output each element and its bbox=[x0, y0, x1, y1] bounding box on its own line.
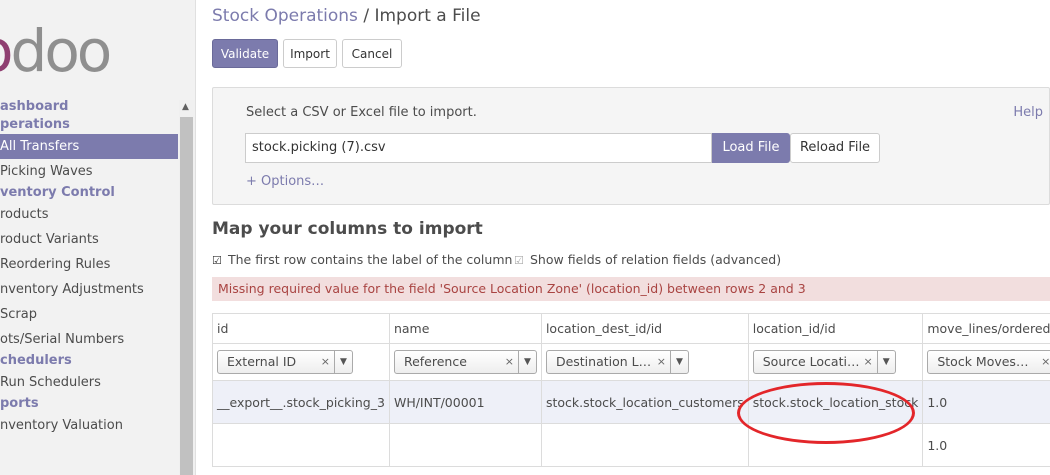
scroll-up-icon[interactable]: ▲ bbox=[182, 102, 189, 112]
table-cell bbox=[212, 423, 390, 467]
column-header: location_dest_id/id bbox=[540, 313, 749, 344]
header-row: id name location_dest_id/id location_id/… bbox=[212, 313, 1050, 344]
annotation-circle bbox=[737, 382, 915, 444]
sidebar-item[interactable]: ports bbox=[0, 395, 178, 413]
relation-fields-option[interactable]: ☑ Show fields of relation fields (advance… bbox=[514, 252, 781, 267]
clear-icon[interactable]: × bbox=[1041, 351, 1050, 373]
field-select-external-id[interactable]: External ID × ▼ bbox=[217, 350, 353, 374]
column-header: id bbox=[212, 313, 390, 344]
error-alert: Missing required value for the field 'So… bbox=[212, 277, 1050, 301]
select-value: Stock Moves… bbox=[937, 354, 1029, 369]
file-prompt: Select a CSV or Excel file to import. bbox=[246, 105, 477, 120]
first-row-label-option[interactable]: ☑ The first row contains the label of the… bbox=[212, 252, 512, 267]
import-button[interactable]: Import bbox=[283, 39, 337, 68]
select-value: External ID bbox=[227, 354, 297, 369]
sidebar-item[interactable]: roducts bbox=[0, 202, 178, 227]
reload-file-button[interactable]: Reload File bbox=[790, 133, 880, 163]
field-mapping-row: External ID × ▼ Reference × ▼ Destination L…… bbox=[212, 343, 1050, 381]
sidebar-item[interactable]: Picking Waves bbox=[0, 159, 178, 184]
field-select-stock-moves[interactable]: Stock Moves…×▼ bbox=[927, 350, 1050, 374]
chevron-down-icon[interactable]: ▼ bbox=[334, 351, 352, 373]
sidebar-item[interactable]: nventory Adjustments bbox=[0, 277, 178, 302]
column-header: name bbox=[388, 313, 542, 344]
chevron-down-icon[interactable]: ▼ bbox=[517, 351, 536, 373]
field-select-cell: External ID × ▼ bbox=[212, 343, 390, 381]
chevron-down-icon[interactable]: ▼ bbox=[669, 351, 688, 373]
import-preview-table: id name location_dest_id/id location_id/… bbox=[212, 313, 1050, 467]
odoo-logo[interactable]: odoo bbox=[0, 22, 112, 80]
sidebar-item[interactable]: Reordering Rules bbox=[0, 252, 178, 277]
breadcrumb-stock-operations[interactable]: Stock Operations bbox=[212, 6, 358, 26]
column-header: location_id/id bbox=[747, 313, 924, 344]
select-value: Source Locati… bbox=[762, 354, 860, 369]
sidebar: odoo ashboardperationsAll TransfersPicki… bbox=[0, 0, 196, 475]
table-row: 1.0 bbox=[212, 423, 1050, 467]
sidebar-menu: ashboard perations All Transfers Picking Wa… bbox=[0, 98, 178, 438]
table-cell: 1.0 bbox=[922, 380, 1050, 424]
table-cell: 1.0 bbox=[922, 423, 1050, 467]
sidebar-item[interactable]: roduct Variants bbox=[0, 227, 178, 252]
file-select-panel: Select a CSV or Excel file to import. He… bbox=[212, 87, 1050, 205]
field-select-cell: Destination L… × ▼ bbox=[540, 343, 749, 381]
help-link[interactable]: Help bbox=[1013, 105, 1043, 120]
table-cell: __export__.stock_picking_3 bbox=[212, 380, 390, 424]
sidebar-item[interactable]: All Transfers bbox=[0, 134, 178, 159]
table-cell bbox=[388, 423, 542, 467]
clear-icon[interactable]: × bbox=[864, 351, 873, 373]
sidebar-scroll-thumb[interactable] bbox=[180, 117, 193, 475]
field-select-cell: Source Locati… × ▼ bbox=[747, 343, 924, 381]
file-name-field[interactable]: stock.picking (7).csv bbox=[245, 133, 712, 163]
load-file-button[interactable]: Load File bbox=[712, 133, 790, 163]
table-row: __export__.stock_picking_3 WH/INT/00001 … bbox=[212, 380, 1050, 424]
options-link[interactable]: + Options… bbox=[246, 174, 324, 189]
main-content: Stock Operations / Import a File Validat… bbox=[196, 0, 1050, 475]
table-cell: WH/INT/00001 bbox=[388, 380, 542, 424]
breadcrumb-separator: / bbox=[363, 6, 370, 26]
select-value: Destination L… bbox=[555, 354, 652, 369]
sidebar-item[interactable]: ventory Control bbox=[0, 184, 178, 202]
cancel-button[interactable]: Cancel bbox=[342, 39, 402, 68]
field-select-source[interactable]: Source Locati… × ▼ bbox=[752, 350, 896, 374]
clear-icon[interactable]: × bbox=[505, 351, 514, 373]
chevron-down-icon[interactable]: ▼ bbox=[876, 351, 895, 373]
map-columns-title: Map your columns to import bbox=[212, 219, 483, 239]
sidebar-item[interactable]: Run Schedulers bbox=[0, 370, 178, 395]
field-select-cell: Stock Moves…×▼ bbox=[922, 343, 1050, 381]
sidebar-item[interactable]: nventory Valuation bbox=[0, 413, 178, 438]
select-value: Reference bbox=[403, 354, 467, 369]
sidebar-item[interactable]: chedulers bbox=[0, 352, 178, 370]
first-row-label: The first row contains the label of the … bbox=[228, 252, 513, 267]
relation-fields-label: Show fields of relation fields (advanced… bbox=[530, 252, 782, 267]
table-cell bbox=[540, 423, 749, 467]
field-select-destination[interactable]: Destination L… × ▼ bbox=[545, 350, 689, 374]
validate-button[interactable]: Validate bbox=[212, 39, 278, 68]
clear-icon[interactable]: × bbox=[321, 351, 330, 373]
sidebar-item[interactable]: ots/Serial Numbers bbox=[0, 327, 178, 352]
page-title: Import a File bbox=[374, 6, 481, 26]
breadcrumb: Stock Operations / Import a File bbox=[212, 6, 481, 26]
field-select-reference[interactable]: Reference × ▼ bbox=[393, 350, 537, 374]
sidebar-item[interactable]: perations bbox=[0, 116, 178, 134]
table-cell: stock.stock_location_customers bbox=[540, 380, 749, 424]
sidebar-item[interactable]: ashboard bbox=[0, 98, 178, 116]
first-row-checkbox[interactable]: ☑ bbox=[212, 255, 223, 266]
field-select-cell: Reference × ▼ bbox=[388, 343, 542, 381]
column-header: move_lines/ordered_qty bbox=[922, 313, 1050, 344]
logo-rest: doo bbox=[10, 17, 113, 85]
clear-icon[interactable]: × bbox=[657, 351, 666, 373]
relation-fields-checkbox[interactable]: ☑ bbox=[514, 255, 525, 266]
logo-first-letter: o bbox=[0, 17, 13, 85]
sidebar-item[interactable]: Scrap bbox=[0, 302, 178, 327]
